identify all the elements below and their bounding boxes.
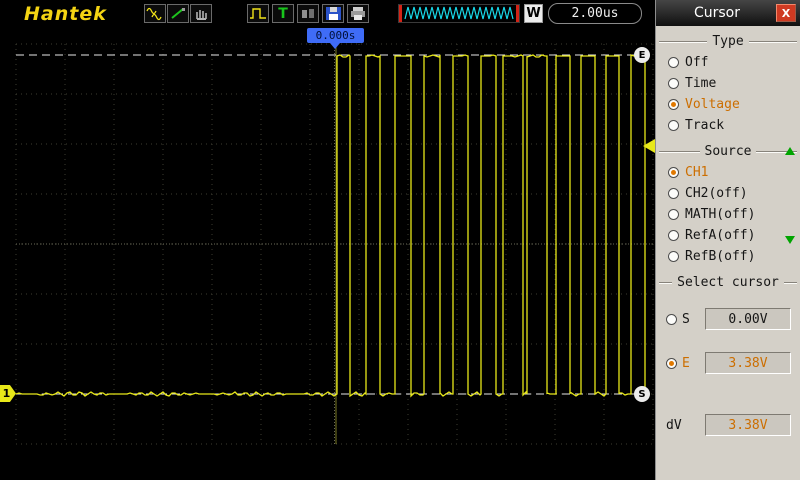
radio-label: Off xyxy=(685,55,709,70)
save-button[interactable] xyxy=(322,4,344,23)
dv-label: dV xyxy=(666,417,682,433)
scope-display: 0.000s 1 E S xyxy=(0,28,655,450)
radio-label: CH1 xyxy=(685,165,709,180)
cursor-panel: Cursor X Type Off Time Voltage Track Sou… xyxy=(655,0,800,480)
trigger-T-glyph: T xyxy=(278,5,288,22)
sine-waves-icon xyxy=(146,7,162,21)
source-section-label: Source xyxy=(704,144,752,159)
utility-icon[interactable] xyxy=(297,4,319,23)
radio-label: MATH(off) xyxy=(685,207,756,222)
cursor-s-marker[interactable]: S xyxy=(634,386,650,402)
cursor-s-row: S 0.00V xyxy=(656,308,800,330)
radio-label: Time xyxy=(685,76,717,91)
window-mode-icon[interactable]: W xyxy=(524,4,543,23)
cursor-s-value: 0.00V xyxy=(728,311,768,327)
source-scroll-up-icon[interactable] xyxy=(785,147,795,155)
draw-tool-icon[interactable] xyxy=(167,4,189,23)
panel-titlebar: Cursor X xyxy=(656,0,800,26)
cursor-e-value-field[interactable]: 3.38V xyxy=(705,352,791,374)
pulse-mode-icon[interactable] xyxy=(247,4,269,23)
radio-icon xyxy=(668,167,679,178)
radio-label: Track xyxy=(685,118,725,133)
status-bar: DC 20 500mV CH1 2.48V 89.4400KHz xyxy=(0,450,655,480)
timebase-readout[interactable]: 2.00us xyxy=(548,3,642,24)
type-section-header: Type xyxy=(659,34,797,49)
radio-source-refa[interactable]: RefA(off) xyxy=(656,225,800,246)
select-cursor-section-label: Select cursor xyxy=(677,275,779,290)
radio-label: RefA(off) xyxy=(685,228,756,243)
trigger-level-arrow[interactable] xyxy=(643,139,655,153)
radio-source-math[interactable]: MATH(off) xyxy=(656,204,800,225)
waveform-auto-icon[interactable] xyxy=(144,4,166,23)
source-section-header: Source xyxy=(659,144,797,159)
dv-value: 3.38V xyxy=(728,417,768,433)
radio-icon xyxy=(668,78,679,89)
radio-icon[interactable] xyxy=(666,313,677,325)
type-section-label: Type xyxy=(712,34,744,49)
panel-title: Cursor xyxy=(693,5,741,21)
brand-logo: Hantek xyxy=(24,3,107,25)
radio-icon xyxy=(668,188,679,199)
radio-source-ch1[interactable]: CH1 xyxy=(656,162,800,183)
cursor-e-marker[interactable]: E xyxy=(634,47,650,63)
radio-icon xyxy=(668,57,679,68)
source-scroll-down-icon[interactable] xyxy=(785,236,795,244)
hand-tool-icon[interactable] xyxy=(190,4,212,23)
timebase-value: 2.00us xyxy=(571,6,619,21)
radio-label: CH2(off) xyxy=(685,186,748,201)
trigger-menu-icon[interactable]: T xyxy=(272,4,294,23)
trigger-position-preview[interactable] xyxy=(398,4,520,23)
radio-icon[interactable] xyxy=(666,357,677,369)
radio-type-off[interactable]: Off xyxy=(656,52,800,73)
radio-icon xyxy=(668,120,679,131)
trigger-time-flag[interactable]: 0.000s xyxy=(307,28,364,43)
radio-source-ch2[interactable]: CH2(off) xyxy=(656,183,800,204)
dv-row: dV 3.38V xyxy=(656,414,800,436)
radio-source-refb[interactable]: RefB(off) xyxy=(656,246,800,267)
radio-icon xyxy=(668,209,679,220)
cursor-s-label: S xyxy=(682,311,690,327)
tools-icon xyxy=(302,9,314,18)
trigger-time-pointer-icon xyxy=(330,43,340,49)
cursor-e-value: 3.38V xyxy=(728,355,768,371)
hand-icon xyxy=(196,10,207,20)
waveform-canvas xyxy=(15,43,654,445)
radio-icon xyxy=(668,230,679,241)
radio-label: Voltage xyxy=(685,97,740,112)
cursor-e-label: E xyxy=(682,355,690,371)
radio-type-voltage[interactable]: Voltage xyxy=(656,94,800,115)
select-cursor-section-header: Select cursor xyxy=(659,275,797,290)
radio-icon xyxy=(668,99,679,110)
dv-value-field: 3.38V xyxy=(705,414,791,436)
green-pen-icon xyxy=(171,8,185,19)
pulse-icon xyxy=(250,8,266,19)
trigger-time-value: 0.000s xyxy=(315,29,356,42)
floppy-disk-icon xyxy=(325,7,341,20)
oscilloscope-app: Hantek T W 2.00us 0.000s 1 E S Cursor X … xyxy=(0,0,800,480)
print-button[interactable] xyxy=(347,4,369,23)
waveform-preview-icon xyxy=(399,5,519,22)
cursor-s-value-field[interactable]: 0.00V xyxy=(705,308,791,330)
radio-type-time[interactable]: Time xyxy=(656,73,800,94)
cursor-e-row: E 3.38V xyxy=(656,352,800,374)
radio-label: RefB(off) xyxy=(685,249,756,264)
printer-icon xyxy=(351,7,365,20)
radio-type-track[interactable]: Track xyxy=(656,115,800,136)
top-toolbar: Hantek T W 2.00us xyxy=(0,0,655,28)
radio-icon xyxy=(668,251,679,262)
close-button[interactable]: X xyxy=(776,4,796,22)
